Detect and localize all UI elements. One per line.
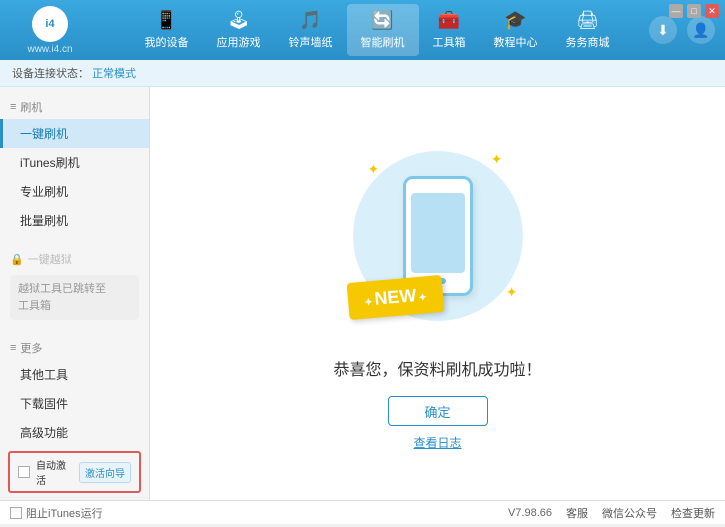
download-button[interactable]: ⬇ bbox=[649, 16, 677, 44]
footer-link-update[interactable]: 检查更新 bbox=[671, 505, 715, 521]
sidebar-section-flash: ≡ 刷机 bbox=[0, 95, 149, 119]
nav-smart-flash-label: 智能刷机 bbox=[361, 34, 405, 50]
confirm-button[interactable]: 确定 bbox=[388, 396, 488, 426]
app-games-icon: 🕹 bbox=[227, 10, 250, 31]
nav-my-device-label: 我的设备 bbox=[145, 34, 189, 50]
header-right: ⬇ 👤 bbox=[649, 16, 715, 44]
minimize-button[interactable]: — bbox=[669, 4, 683, 18]
footer-link-wechat[interactable]: 微信公众号 bbox=[602, 505, 657, 521]
logo: i4 www.i4.cn bbox=[10, 6, 90, 55]
header: i4 www.i4.cn 📱 我的设备 🕹 应用游戏 🎵 铃声墙纸 🔄 智能刷机 bbox=[0, 0, 725, 60]
breadcrumb-status: 正常模式 bbox=[92, 68, 136, 80]
bottom-bar: 阻止iTunes运行 V7.98.66 客服 微信公众号 检查更新 bbox=[0, 500, 725, 524]
nav-toolbox[interactable]: 🧰 工具箱 bbox=[419, 4, 480, 56]
sidebar-item-batch-flash[interactable]: 批量刷机 bbox=[0, 206, 149, 235]
nav-smart-flash[interactable]: 🔄 智能刷机 bbox=[347, 4, 419, 56]
jailbreak-notice: 越狱工具已跳转至工具箱 bbox=[10, 275, 139, 320]
phone-illustration: NEW ✦ ✦ ✦ bbox=[338, 136, 538, 336]
toolbox-icon: 🧰 bbox=[438, 10, 460, 31]
sparkle-icon-3: ✦ bbox=[506, 284, 518, 301]
nav-bar: 📱 我的设备 🕹 应用游戏 🎵 铃声墙纸 🔄 智能刷机 🧰 工具箱 🎓 bbox=[105, 4, 649, 56]
nav-app-games[interactable]: 🕹 应用游戏 bbox=[203, 4, 275, 56]
logo-icon: i4 bbox=[32, 6, 68, 42]
tutorial-icon: 🎓 bbox=[504, 10, 526, 31]
nav-my-device[interactable]: 📱 我的设备 bbox=[131, 4, 203, 56]
sidebar-item-itunes-flash[interactable]: iTunes刷机 bbox=[0, 148, 149, 177]
auto-activate-label: 自动激活 bbox=[36, 457, 73, 487]
maximize-button[interactable]: □ bbox=[687, 4, 701, 18]
nav-ringtones-label: 铃声墙纸 bbox=[289, 34, 333, 50]
nav-toolbox-label: 工具箱 bbox=[433, 34, 466, 50]
breadcrumb: 设备连接状态： 正常模式 bbox=[0, 60, 725, 87]
sidebar-item-pro-flash[interactable]: 专业刷机 bbox=[0, 177, 149, 206]
ringtones-icon: 🎵 bbox=[299, 10, 321, 31]
footer-right: V7.98.66 客服 微信公众号 检查更新 bbox=[508, 505, 715, 521]
auto-activate-row: 自动激活 激活向导 bbox=[8, 451, 141, 493]
more-section-icon: ≡ bbox=[10, 342, 16, 354]
nav-ringtones[interactable]: 🎵 铃声墙纸 bbox=[275, 4, 347, 56]
flash-section-icon: ≡ bbox=[10, 101, 16, 113]
itunes-checkbox[interactable] bbox=[10, 507, 22, 519]
nav-tutorial-label: 教程中心 bbox=[494, 34, 538, 50]
version-label: V7.98.66 bbox=[508, 507, 552, 519]
my-device-icon: 📱 bbox=[155, 10, 177, 31]
success-message: 恭喜您，保资料刷机成功啦！ bbox=[333, 356, 541, 380]
nav-app-games-label: 应用游戏 bbox=[217, 34, 261, 50]
nav-service[interactable]: 🖨 务务商城 bbox=[552, 4, 624, 56]
sidebar-item-one-key-flash[interactable]: 一键刷机 bbox=[0, 119, 149, 148]
close-button[interactable]: ✕ bbox=[705, 4, 719, 18]
auto-activate-checkbox[interactable] bbox=[18, 466, 30, 478]
view-log-link[interactable]: 查看日志 bbox=[413, 434, 461, 451]
sidebar-item-advanced[interactable]: 高级功能 bbox=[0, 418, 149, 447]
smart-flash-icon: 🔄 bbox=[371, 10, 393, 31]
logo-url: www.i4.cn bbox=[27, 44, 72, 55]
content-area: NEW ✦ ✦ ✦ 恭喜您，保资料刷机成功啦！ 确定 查看日志 bbox=[150, 87, 725, 500]
sidebar-item-download-firmware[interactable]: 下载固件 bbox=[0, 389, 149, 418]
nav-service-label: 务务商城 bbox=[566, 34, 610, 50]
footer-link-service[interactable]: 客服 bbox=[566, 505, 588, 521]
jailbreak-section-icon: 🔒 bbox=[10, 253, 24, 266]
user-button[interactable]: 👤 bbox=[687, 16, 715, 44]
guide-button[interactable]: 激活向导 bbox=[79, 462, 131, 483]
sidebar-section-jailbreak: 🔒 一键越狱 bbox=[0, 247, 149, 271]
main-area: ≡ 刷机 一键刷机 iTunes刷机 专业刷机 批量刷机 🔒 一键越狱 越狱工具… bbox=[0, 87, 725, 500]
sparkle-icon-2: ✦ bbox=[491, 151, 503, 168]
sidebar-section-more: ≡ 更多 bbox=[0, 336, 149, 360]
itunes-label: 阻止iTunes运行 bbox=[26, 505, 103, 521]
sidebar: ≡ 刷机 一键刷机 iTunes刷机 专业刷机 批量刷机 🔒 一键越狱 越狱工具… bbox=[0, 87, 150, 500]
sparkle-icon-1: ✦ bbox=[368, 161, 380, 178]
phone-screen bbox=[411, 193, 465, 273]
device-panel: 📱 iPhone 15 Pro Max 512GB iPhone bbox=[0, 497, 149, 500]
service-icon: 🖨 bbox=[576, 10, 599, 31]
breadcrumb-label: 设备连接状态： bbox=[12, 68, 89, 80]
nav-tutorial[interactable]: 🎓 教程中心 bbox=[480, 4, 552, 56]
sidebar-item-other-tools[interactable]: 其他工具 bbox=[0, 360, 149, 389]
